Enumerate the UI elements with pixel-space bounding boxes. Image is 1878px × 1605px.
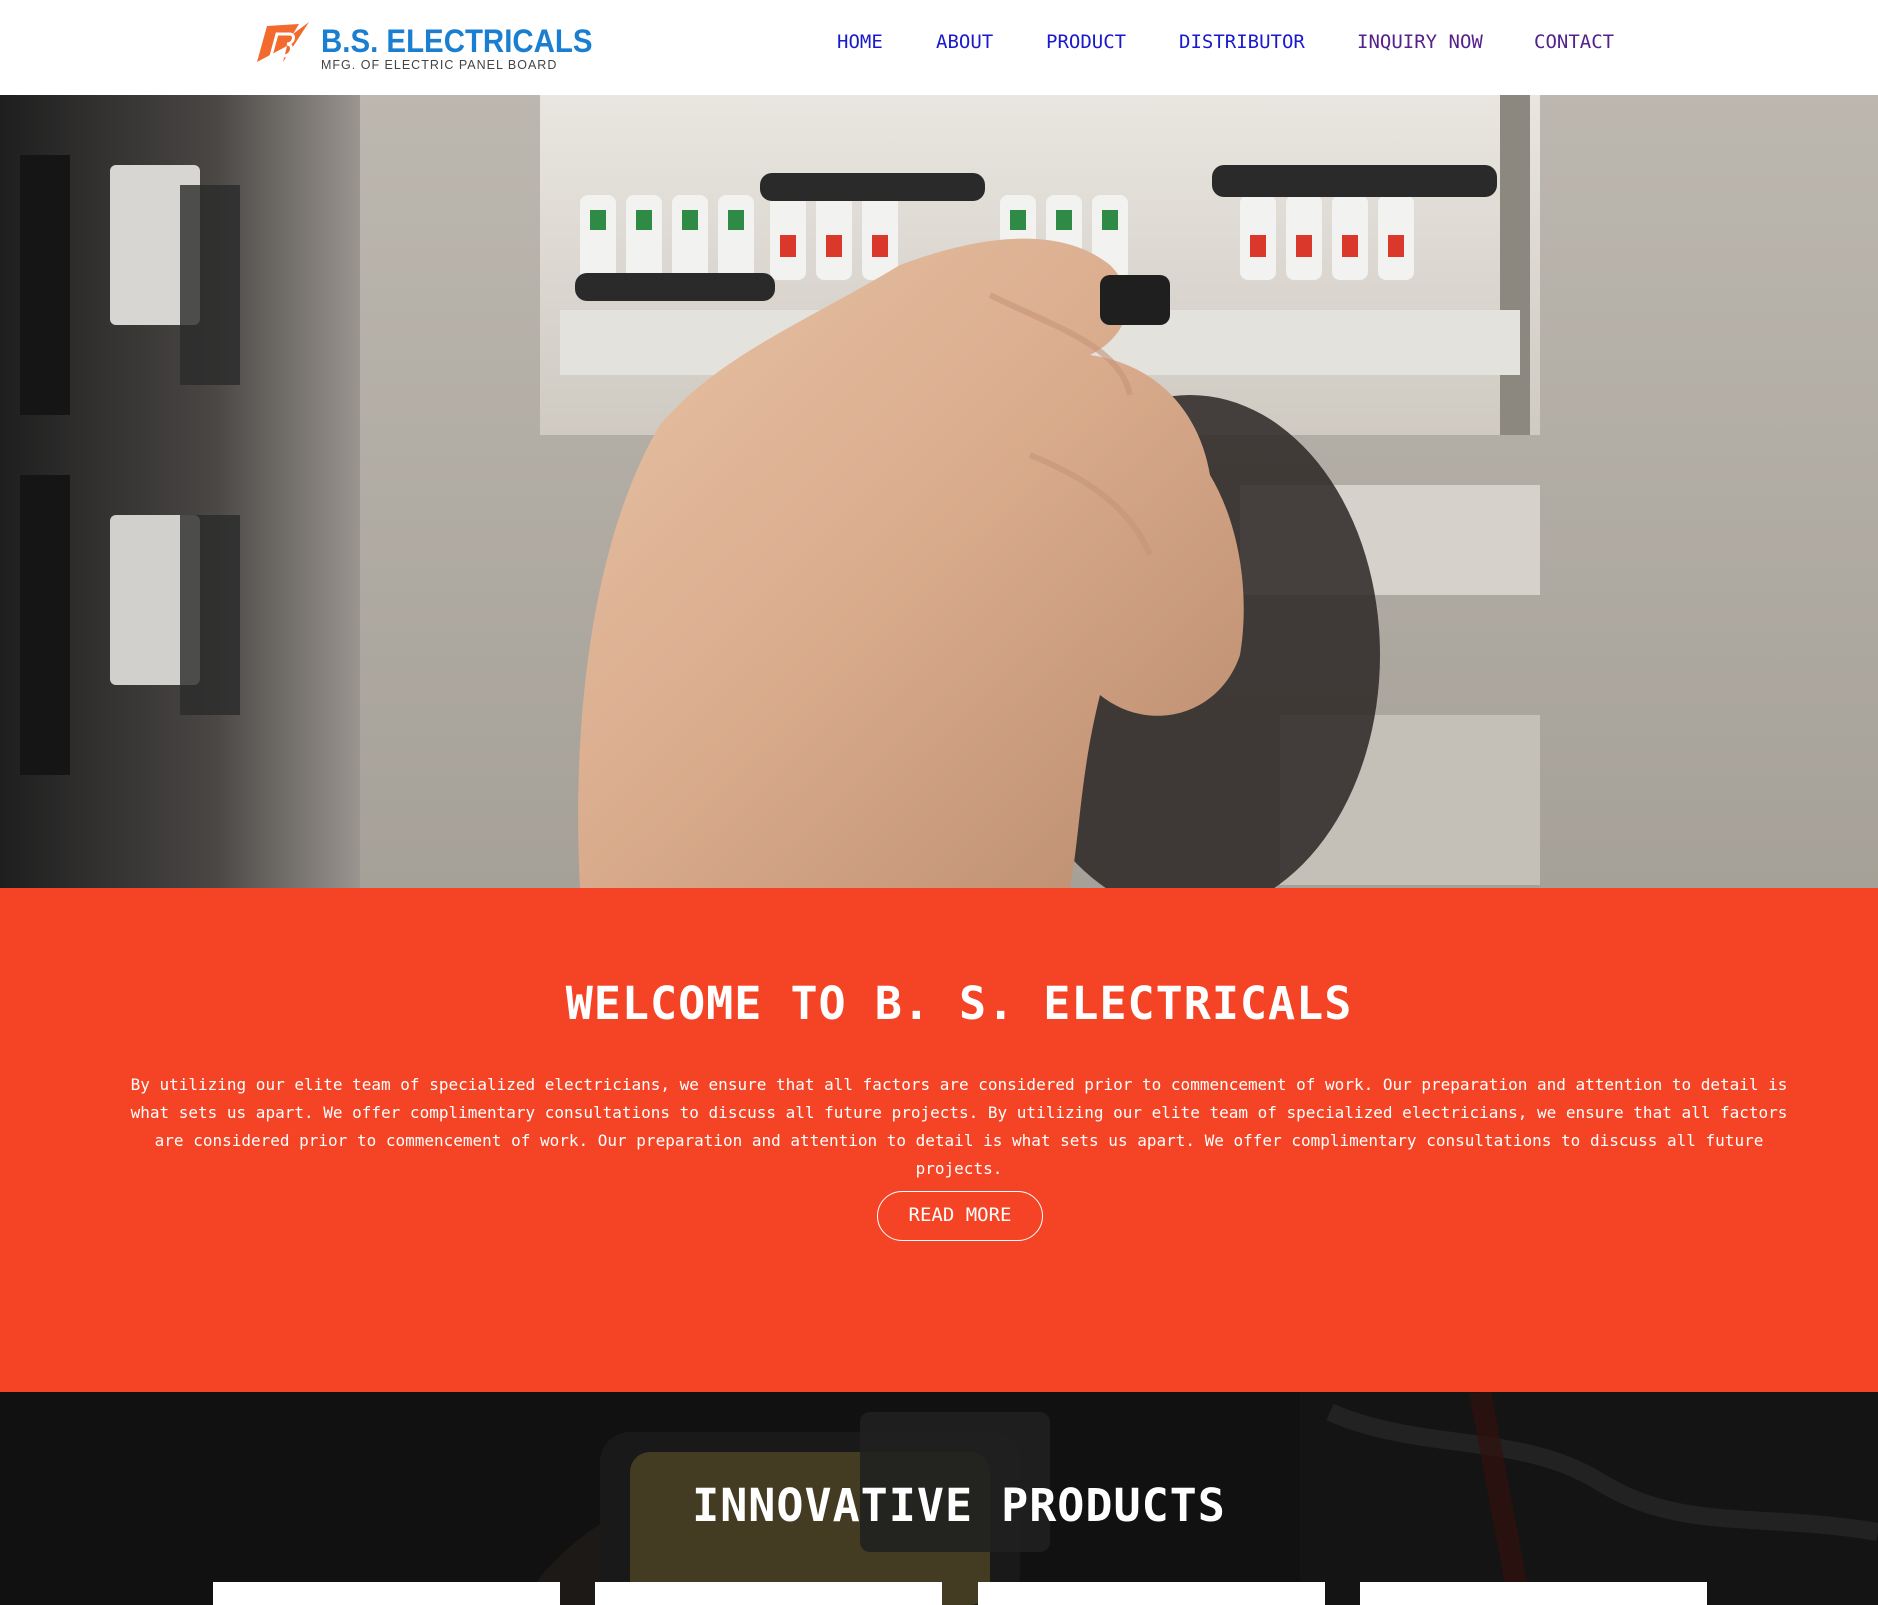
product-card-1[interactable]: [213, 1582, 560, 1605]
nav-home[interactable]: HOME: [837, 30, 883, 54]
welcome-description: By utilizing our elite team of specializ…: [130, 1075, 1788, 1178]
nav-product[interactable]: PRODUCT: [1046, 30, 1126, 54]
product-card-2[interactable]: [595, 1582, 942, 1605]
products-title: INNOVATIVE PRODUCTS: [692, 1479, 1226, 1532]
hero-image: [0, 95, 1878, 888]
nav-contact[interactable]: CONTACT: [1534, 30, 1614, 54]
main-nav: HOME ABOUT PRODUCT DISTRIBUTOR INQUIRY N…: [0, 30, 1878, 60]
nav-distributor[interactable]: DISTRIBUTOR: [1179, 30, 1305, 54]
nav-inquiry-now[interactable]: INQUIRY NOW: [1357, 30, 1483, 54]
product-card-4[interactable]: [1360, 1582, 1707, 1605]
site-header: B.S. ELECTRICALS MFG. OF ELECTRIC PANEL …: [0, 0, 1878, 95]
hero-photo-circuit-breaker: [0, 95, 1878, 888]
welcome-title: WELCOME TO B. S. ELECTRICALS: [565, 977, 1353, 1030]
brand-tagline: MFG. OF ELECTRIC PANEL BOARD: [321, 58, 558, 72]
product-card-3[interactable]: [978, 1582, 1325, 1605]
read-more-button[interactable]: READ MORE: [877, 1191, 1043, 1241]
nav-about[interactable]: ABOUT: [936, 30, 993, 54]
